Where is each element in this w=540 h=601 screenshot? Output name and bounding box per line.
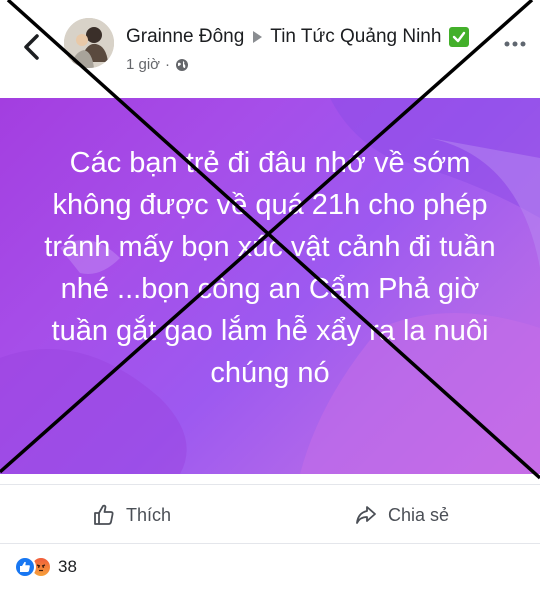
like-button[interactable]: Thích bbox=[92, 498, 171, 532]
post-meta: 1 giờ · bbox=[126, 56, 189, 73]
reaction-count: 38 bbox=[58, 557, 77, 576]
chevron-left-icon bbox=[24, 34, 39, 60]
post-text: Các bạn trẻ đi đâu nhớ về sớm không được… bbox=[44, 147, 496, 389]
avatar[interactable] bbox=[64, 18, 114, 68]
facebook-post-screen: Grainne Đông Tin Tức Quảng Ninh 1 giờ · bbox=[0, 0, 540, 601]
author-name[interactable]: Grainne Đông bbox=[126, 26, 244, 48]
like-label: Thích bbox=[126, 504, 172, 525]
more-options-button[interactable] bbox=[500, 34, 530, 54]
meta-separator: · bbox=[165, 56, 171, 73]
post-card: Các bạn trẻ đi đâu nhớ về sớm không được… bbox=[0, 98, 540, 474]
back-button[interactable] bbox=[14, 30, 48, 64]
divider bbox=[0, 543, 540, 544]
share-label: Chia sẻ bbox=[388, 504, 450, 525]
post-header: Grainne Đông Tin Tức Quảng Ninh 1 giờ · bbox=[0, 0, 540, 96]
arrow-right-icon bbox=[253, 31, 263, 43]
avatar-image bbox=[64, 18, 114, 68]
ellipsis-icon bbox=[504, 41, 526, 47]
group-name[interactable]: Tin Tức Quảng Ninh bbox=[270, 26, 441, 48]
checkmark-icon bbox=[449, 27, 470, 47]
share-arrow-icon bbox=[356, 506, 376, 524]
globe-icon bbox=[176, 58, 189, 71]
thumbs-up-icon bbox=[94, 504, 114, 525]
divider bbox=[0, 484, 540, 485]
author-line: Grainne Đông Tin Tức Quảng Ninh bbox=[126, 26, 470, 48]
share-button[interactable]: Chia sẻ bbox=[354, 498, 449, 532]
post-time[interactable]: 1 giờ bbox=[126, 56, 160, 73]
like-reaction-icon bbox=[14, 556, 36, 578]
reaction-summary[interactable]: 38 bbox=[14, 555, 77, 579]
